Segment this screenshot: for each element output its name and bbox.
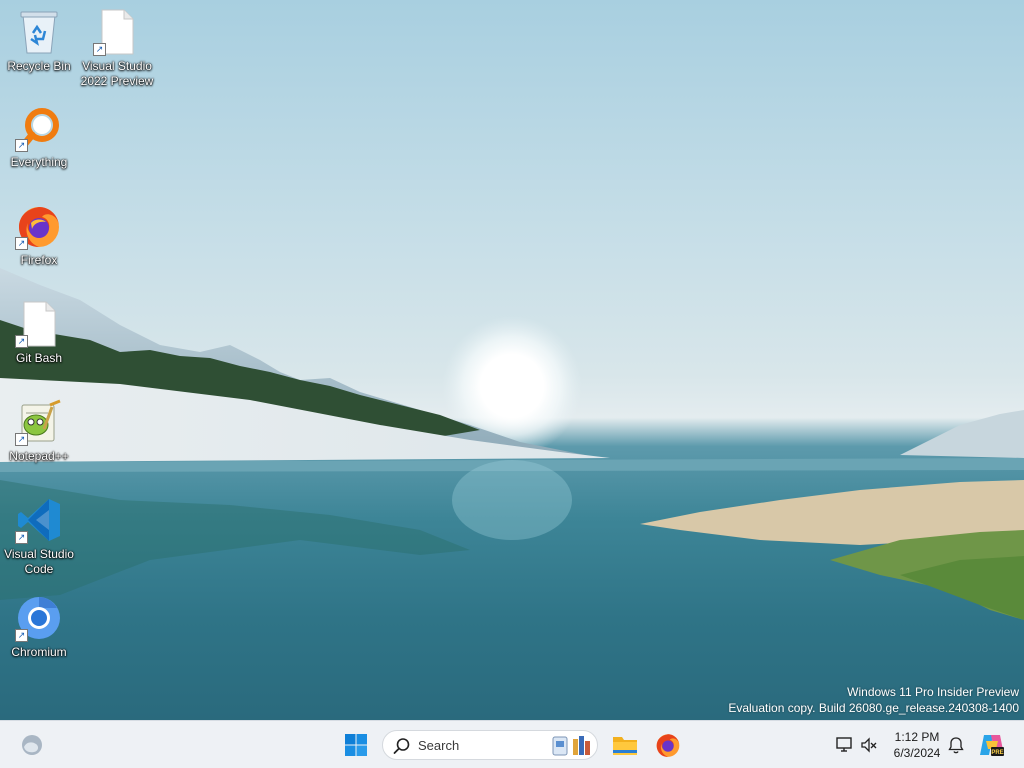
shortcut-arrow-icon: ↗ (15, 139, 28, 152)
desktop-icon-everything[interactable]: ↗ Everything (1, 104, 77, 170)
desktop-icon-label: Git Bash (15, 351, 63, 365)
desktop-icon-git-bash[interactable]: ↗ Git Bash (1, 300, 77, 366)
blank-file-icon: ↗ (15, 300, 63, 348)
firefox-icon: ↗ (15, 202, 63, 250)
svg-text:PRE: PRE (991, 750, 1003, 756)
start-button[interactable] (340, 729, 372, 761)
desktop-icon-label: Everything (10, 155, 68, 169)
wallpaper (0, 268, 1024, 620)
file-explorer-icon (613, 737, 637, 755)
search-box[interactable]: Search (382, 730, 598, 760)
watermark-line-2: Evaluation copy. Build 26080.ge_release.… (728, 701, 1019, 715)
search-placeholder: Search (418, 738, 460, 753)
volume-muted-icon (861, 737, 877, 753)
desktop-icon-label: Notepad++ (9, 449, 69, 463)
volume-button[interactable] (853, 729, 885, 761)
weather-icon (22, 735, 42, 755)
taskbar: Search 1:12 PM 6/3/2024 PRE (0, 720, 1024, 768)
notepad-plus-plus-icon: ↗ (15, 398, 63, 446)
desktop-icon-visual-studio-code[interactable]: ↗ Visual Studio Code (1, 496, 77, 577)
network-icon (836, 737, 852, 752)
desktop[interactable]: Recycle Bin ↗ Visual Studio 2022 Preview… (0, 0, 1024, 720)
desktop-icon-label: Visual Studio 2022 Preview (80, 59, 154, 88)
desktop-icon-visual-studio-2022-preview[interactable]: ↗ Visual Studio 2022 Preview (79, 8, 155, 89)
search-highlight-icon (552, 736, 590, 756)
shortcut-arrow-icon: ↗ (15, 335, 28, 348)
desktop-icon-label: Visual Studio Code (4, 547, 74, 576)
blank-file-icon: ↗ (93, 8, 141, 56)
evaluation-watermark: Windows 11 Pro Insider Preview Evaluatio… (728, 684, 1019, 716)
copilot-icon: PRE (980, 735, 1004, 756)
start-icon (345, 734, 367, 756)
shortcut-arrow-icon: ↗ (15, 531, 28, 544)
desktop-icon-recycle-bin[interactable]: Recycle Bin (1, 8, 77, 74)
search-icon (393, 738, 410, 754)
desktop-icon-firefox[interactable]: ↗ Firefox (1, 202, 77, 268)
desktop-icon-label: Recycle Bin (7, 59, 71, 73)
desktop-icon-label: Firefox (20, 253, 58, 267)
desktop-icon-label: Chromium (11, 645, 67, 659)
taskbar-file-explorer[interactable] (609, 729, 641, 761)
shortcut-arrow-icon: ↗ (15, 237, 28, 250)
recycle-bin-icon (15, 8, 63, 56)
everything-search-icon: ↗ (15, 104, 63, 152)
watermark-line-1: Windows 11 Pro Insider Preview (847, 685, 1019, 699)
shortcut-arrow-icon: ↗ (93, 43, 106, 56)
notifications-button[interactable] (940, 729, 972, 761)
copilot-button[interactable]: PRE (976, 729, 1008, 761)
bell-icon (948, 737, 964, 754)
shortcut-arrow-icon: ↗ (15, 629, 28, 642)
vscode-icon: ↗ (15, 496, 63, 544)
desktop-icon-chromium[interactable]: ↗ Chromium (1, 594, 77, 660)
firefox-icon (656, 734, 680, 757)
shortcut-arrow-icon: ↗ (15, 433, 28, 446)
chromium-icon: ↗ (15, 594, 63, 642)
taskbar-firefox[interactable] (652, 729, 684, 761)
widgets-button[interactable] (16, 729, 48, 761)
desktop-icon-notepad-plus-plus[interactable]: ↗ Notepad++ (1, 398, 77, 464)
